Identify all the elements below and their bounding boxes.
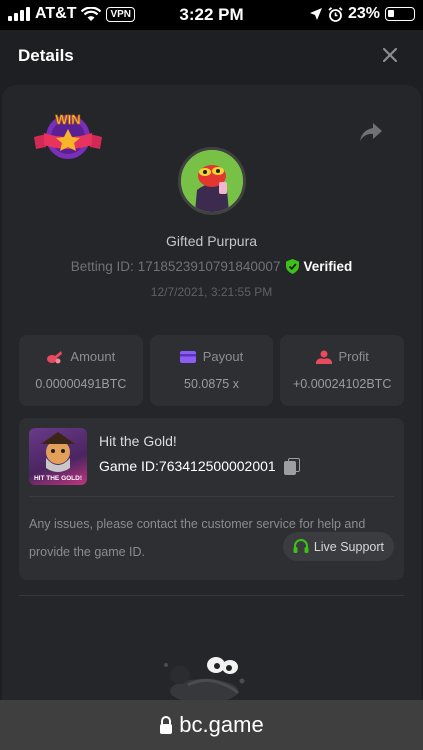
win-badge-text: WIN: [55, 112, 80, 127]
verified-label: Verified: [303, 259, 353, 274]
win-badge: WIN: [34, 112, 102, 159]
url-text: bc.game: [179, 712, 264, 737]
game-id-label: Game ID:: [99, 458, 159, 474]
stat-amount: Amount 0.00000491BTC: [19, 335, 143, 406]
close-icon: [382, 47, 398, 63]
shield-check-icon: [286, 259, 300, 274]
mascot-illustration: [164, 657, 245, 703]
browser-url-bar[interactable]: bc.game: [0, 700, 423, 750]
stats-row: Amount 0.00000491BTC Payout 50.0875 x Pr…: [19, 335, 405, 406]
details-modal: Details WIN Gifted Purpura Betting ID: 1…: [0, 30, 423, 703]
game-id-value: 763412500002001: [158, 458, 276, 474]
stat-payout-label: Payout: [202, 349, 244, 364]
alarm-icon: [328, 6, 343, 22]
betting-id-label: Betting ID:: [70, 259, 134, 274]
profit-icon: [315, 350, 332, 364]
game-thumbnail[interactable]: HIT THE GOLD!: [29, 428, 87, 485]
verified-badge: Verified: [286, 259, 352, 274]
location-icon: [309, 8, 322, 20]
stat-profit-value: +0.00024102BTC: [293, 377, 392, 391]
bet-details-panel: WIN Gifted Purpura Betting ID: 171852391…: [2, 85, 421, 703]
card-icon: [179, 350, 196, 363]
stat-profit: Profit +0.00024102BTC: [280, 335, 405, 406]
stat-payout-value: 50.0875 x: [184, 377, 239, 391]
game-card: HIT THE GOLD! Hit the Gold! Game ID:7634…: [19, 418, 404, 580]
share-icon: [360, 123, 382, 141]
stat-amount-value: 0.00000491BTC: [35, 377, 127, 391]
game-thumb-label: HIT THE GOLD!: [33, 475, 83, 482]
game-id-row: Game ID:763412500002001: [99, 458, 300, 475]
coins-icon: [47, 350, 63, 363]
lock-icon: [160, 716, 173, 734]
stat-profit-label: Profit: [338, 349, 369, 364]
copy-icon[interactable]: [283, 458, 300, 475]
battery-percent: 23%: [347, 5, 380, 22]
close-button[interactable]: [377, 42, 403, 68]
username: Gifted Purpura: [165, 233, 258, 249]
betting-id-value[interactable]: 1718523910791840007: [138, 259, 281, 274]
modal-title: Details: [18, 46, 74, 65]
betting-id-row: Betting ID: 1718523910791840007 Verified: [2, 259, 421, 274]
bet-date: 12/7/2021, 3:21:55 PM: [150, 285, 273, 299]
divider: [29, 496, 394, 497]
stat-payout: Payout 50.0875 x: [149, 335, 274, 406]
live-support-label: Live Support: [313, 539, 384, 554]
headset-icon: [293, 539, 309, 553]
status-bar: AT&T VPN 3:22 PM 23%: [0, 0, 423, 30]
share-button[interactable]: [359, 121, 383, 143]
battery-icon: [385, 7, 415, 21]
section-divider: [19, 595, 404, 596]
avatar: [178, 147, 246, 215]
modal-header: Details: [0, 30, 423, 80]
stat-amount-label: Amount: [70, 349, 116, 364]
game-title[interactable]: Hit the Gold!: [99, 433, 177, 449]
live-support-button[interactable]: Live Support: [282, 532, 394, 561]
